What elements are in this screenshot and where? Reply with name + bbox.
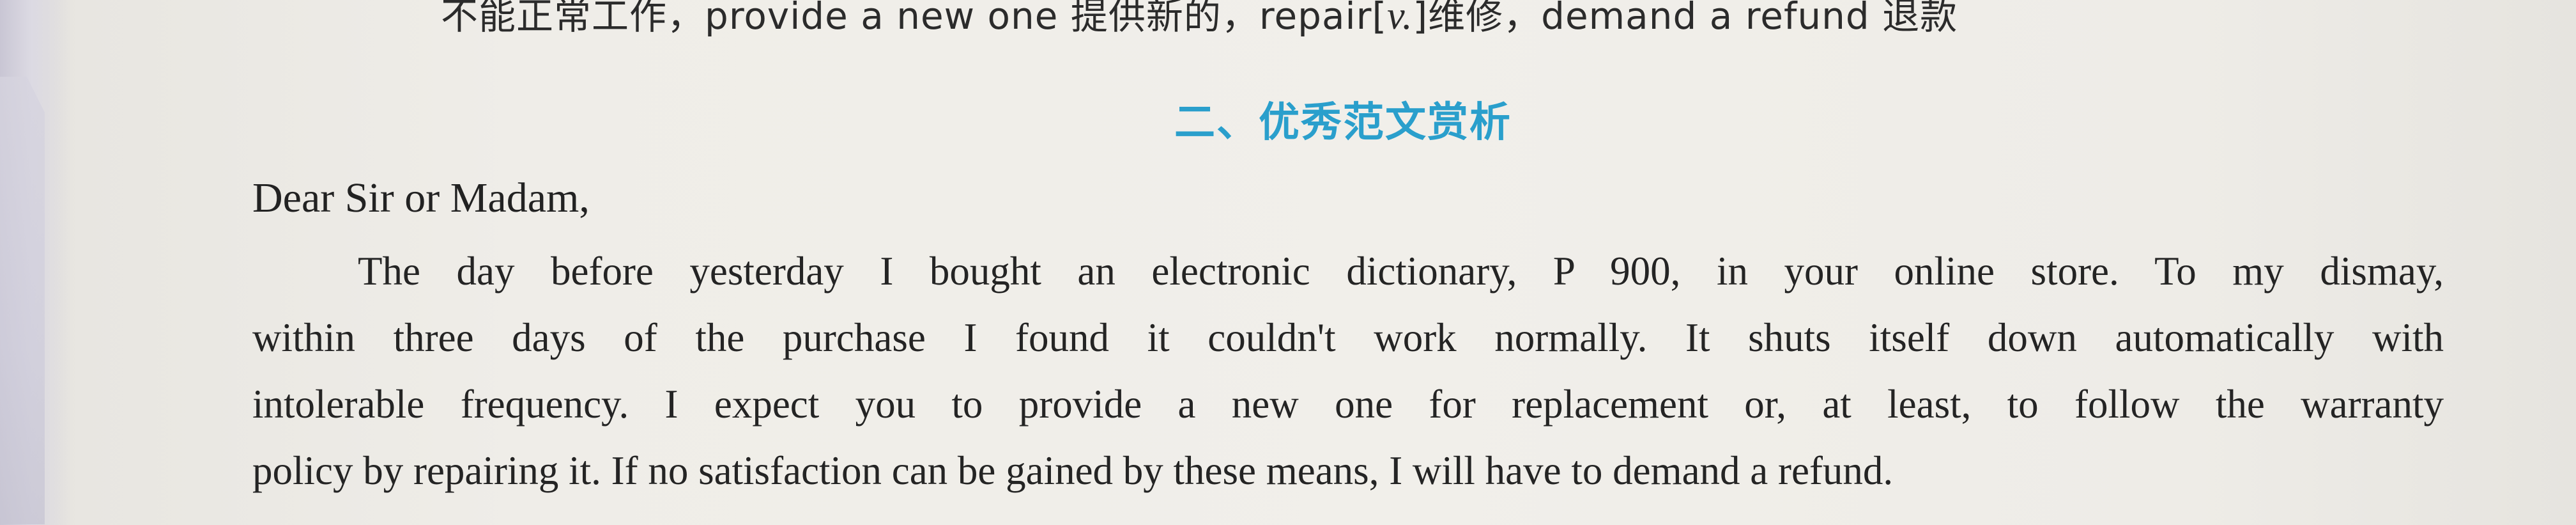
section-heading: 二、优秀范文赏析 [1174,99,1512,146]
vocabulary-line: 不能正常工作，provide a new one 提供新的，repair[v.]… [441,0,1958,40]
paragraph-line: intolerable frequency. I expect you to p… [252,382,2444,427]
paragraph-line: The day before yesterday I bought an ele… [358,249,2444,294]
vocabulary-text-2: ]维修，demand a refund 退款 [1413,0,1958,38]
letter-salutation: Dear Sir or Madam, [252,175,590,221]
vocabulary-pos-label: v. [1387,0,1413,38]
adjacent-page-edge [0,77,45,524]
letter-paragraph: The day before yesterday I bought an ele… [252,238,2444,504]
book-page: 不能正常工作，provide a new one 提供新的，repair[v.]… [0,0,2576,525]
vocabulary-text-1: 不能正常工作，provide a new one 提供新的，repair[ [441,0,1388,38]
paragraph-line: within three days of the purchase I foun… [252,315,2444,360]
paragraph-line: policy by repairing it. If no satisfacti… [252,448,1894,493]
